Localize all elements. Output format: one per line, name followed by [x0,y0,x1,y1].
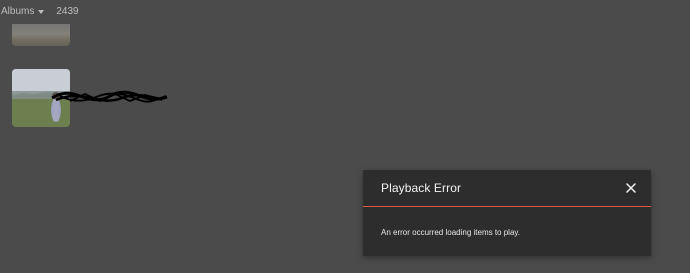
close-icon [626,183,636,193]
item-count: 2439 [56,5,79,17]
albums-page: Albums 2439 Playback Error An error occu… [0,0,690,273]
dialog-message: An error occurred loading items to play. [381,228,521,237]
dialog-title: Playback Error [381,181,462,195]
dialog-divider [363,206,651,207]
redaction-scribble [51,90,168,103]
toolbar: Albums 2439 [0,4,79,18]
close-button[interactable] [625,181,637,193]
albums-dropdown-label: Albums [1,5,35,17]
chevron-down-icon [38,9,45,14]
playback-error-dialog: Playback Error An error occurred loading… [363,170,651,256]
album-thumbnail[interactable] [12,24,70,46]
albums-dropdown[interactable]: Albums [0,5,45,17]
